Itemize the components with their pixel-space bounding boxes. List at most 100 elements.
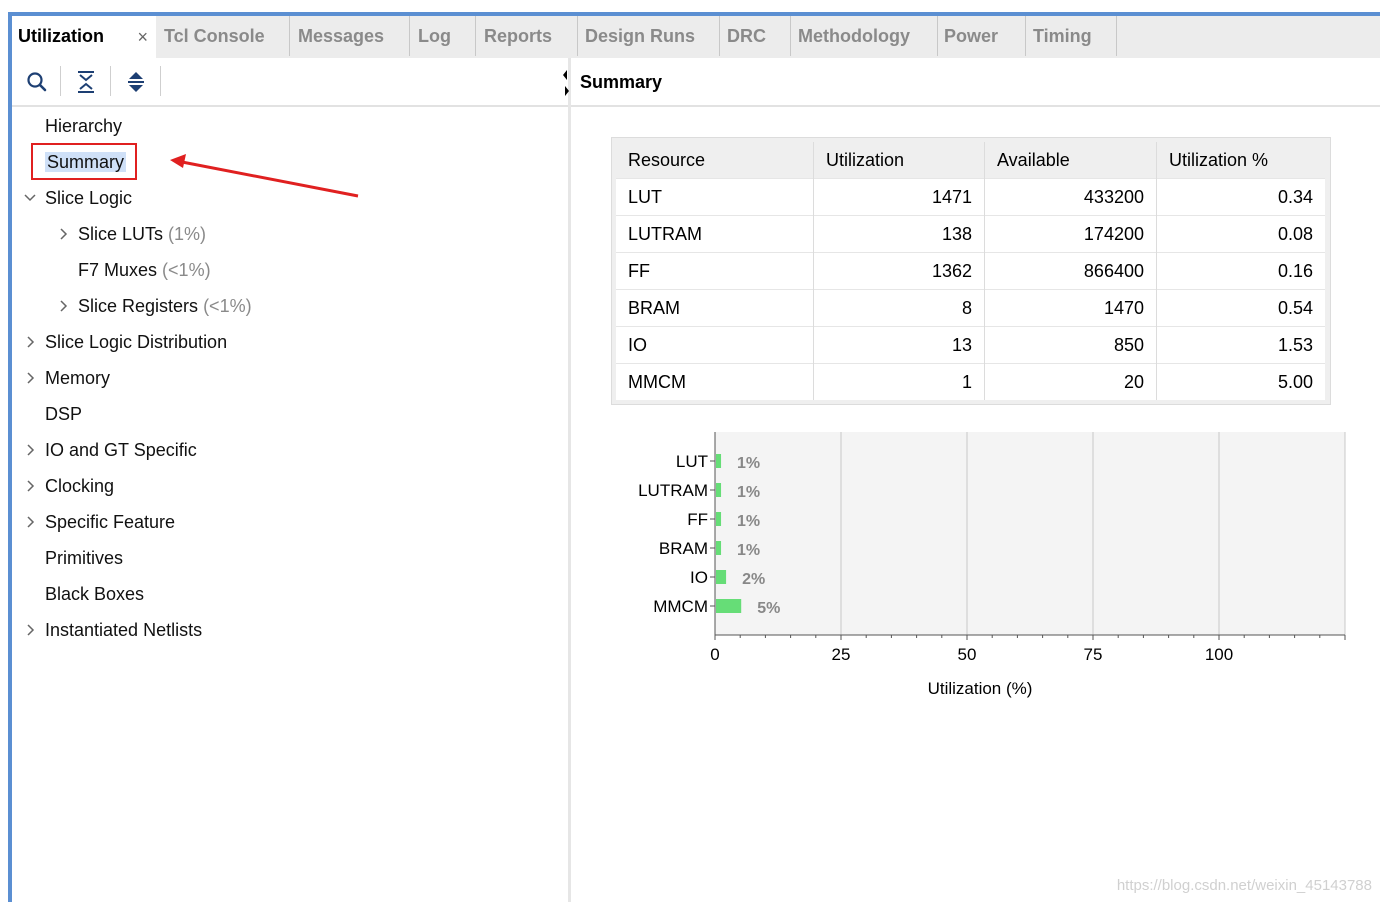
tree-item-label: Memory	[45, 368, 111, 388]
tab-power[interactable]: Power	[938, 16, 1026, 56]
close-icon[interactable]: ×	[137, 17, 148, 57]
tree-item-slice-luts[interactable]: Slice LUTs (1%)	[56, 216, 206, 252]
cell-utilization-percent: 1.53	[1156, 326, 1325, 364]
utilization-table: Resource Utilization Available Utilizati…	[616, 142, 1325, 400]
chart-data-label: 2%	[742, 571, 765, 588]
chevron-right-icon[interactable]	[23, 612, 39, 648]
toolbar-separator	[160, 66, 161, 96]
tree-item-label: DSP	[45, 404, 83, 424]
chart-x-axis-label: Utilization (%)	[928, 679, 1033, 698]
chevron-right-icon[interactable]	[23, 360, 39, 396]
tree-item-percent: (<1%)	[162, 260, 211, 280]
tab-label: Reports	[484, 26, 553, 46]
tree-item-specific-feature[interactable]: Specific Feature	[23, 504, 175, 540]
column-header-utilization-percent[interactable]: Utilization %	[1156, 142, 1325, 179]
tree-item-instantiated-netlists[interactable]: Instantiated Netlists	[23, 612, 202, 648]
tree-toolbar	[12, 58, 568, 106]
cell-resource: LUT	[616, 178, 814, 216]
table-header-row: Resource Utilization Available Utilizati…	[616, 142, 1325, 179]
chart-plot-area	[715, 432, 1345, 635]
tree-item-label: Slice Registers	[78, 296, 199, 316]
tree-item-label: F7 Muxes	[78, 260, 158, 280]
splitter-arrows-icon[interactable]	[561, 68, 571, 98]
tree-item-label: Black Boxes	[45, 584, 145, 604]
page-title: Summary	[580, 72, 663, 92]
column-header-utilization[interactable]: Utilization	[813, 142, 985, 179]
tab-label: Methodology	[798, 26, 910, 46]
tree-item-clocking[interactable]: Clocking	[23, 468, 114, 504]
cell-utilization-percent: 0.08	[1156, 215, 1325, 253]
tree-item-io-gt-specific[interactable]: IO and GT Specific	[23, 432, 197, 468]
tab-messages[interactable]: Messages	[292, 16, 410, 56]
tree-item-label: IO and GT Specific	[45, 440, 197, 460]
table-row[interactable]: FF 1362 866400 0.16	[616, 252, 1325, 290]
tree-item-f7-muxes[interactable]: F7 Muxes (<1%)	[78, 252, 211, 288]
chart-category-label: LUT	[676, 452, 708, 471]
tree-item-memory[interactable]: Memory	[23, 360, 110, 396]
table-row[interactable]: LUTRAM 138 174200 0.08	[616, 215, 1325, 253]
cell-utilization: 1	[813, 363, 985, 400]
tab-drc[interactable]: DRC	[721, 16, 791, 56]
chart-x-tick-label: 25	[832, 645, 851, 664]
chart-bar	[716, 599, 742, 613]
table-row[interactable]: MMCM 1 20 5.00	[616, 363, 1325, 400]
annotation-arrow-icon	[170, 154, 359, 198]
chevron-down-icon[interactable]	[22, 180, 38, 216]
table-row[interactable]: LUT 1471 433200 0.34	[616, 178, 1325, 216]
chevron-right-icon[interactable]	[56, 288, 72, 324]
cell-utilization-percent: 0.16	[1156, 252, 1325, 290]
chevron-right-icon[interactable]	[23, 504, 39, 540]
table-row[interactable]: IO 13 850 1.53	[616, 326, 1325, 364]
expand-all-button[interactable]	[121, 68, 151, 96]
utilization-bar-chart: 0 25 50 75 100 Utilization (%) LUT 1% LUTRAM 1% FF…	[638, 432, 1346, 698]
cell-utilization-percent: 0.54	[1156, 289, 1325, 327]
tab-design-runs[interactable]: Design Runs	[579, 16, 720, 56]
tree-item-slice-registers[interactable]: Slice Registers (<1%)	[56, 288, 252, 324]
column-header-resource[interactable]: Resource	[616, 142, 814, 179]
tab-label: Tcl Console	[164, 26, 265, 46]
tree-item-dsp[interactable]: DSP	[45, 396, 82, 432]
summary-pane: Summary Resource Utilization Available U…	[571, 58, 1380, 902]
tab-label: Utilization	[18, 26, 104, 46]
chart-data-label: 1%	[737, 484, 760, 501]
tab-bar: Utilization × Tcl Console Messages Log R…	[12, 16, 1380, 58]
cell-utilization: 13	[813, 326, 985, 364]
tree-item-primitives[interactable]: Primitives	[45, 540, 123, 576]
tab-tcl-console[interactable]: Tcl Console	[158, 16, 290, 56]
search-icon	[27, 72, 47, 92]
chevron-right-icon[interactable]	[23, 432, 39, 468]
chart-bar	[716, 483, 722, 497]
tree-item-label: Clocking	[45, 476, 115, 496]
chart-category-label: FF	[687, 510, 708, 529]
chevron-right-icon[interactable]	[56, 216, 72, 252]
tree-item-black-boxes[interactable]: Black Boxes	[45, 576, 144, 612]
tree-item-hierarchy[interactable]: Hierarchy	[45, 108, 122, 144]
cell-available: 20	[984, 363, 1157, 400]
column-header-available[interactable]: Available	[984, 142, 1157, 179]
tab-log[interactable]: Log	[412, 16, 476, 56]
chart-bar	[716, 541, 722, 555]
tab-utilization[interactable]: Utilization ×	[12, 16, 156, 58]
cell-available: 866400	[984, 252, 1157, 290]
chart-data-label: 1%	[737, 542, 760, 559]
chart-bar	[716, 570, 727, 584]
cell-utilization: 1471	[813, 178, 985, 216]
tab-timing[interactable]: Timing	[1027, 16, 1117, 56]
collapse-all-button[interactable]	[71, 68, 101, 96]
tree-item-label: Instantiated Netlists	[45, 620, 203, 640]
chart-data-label: 5%	[757, 600, 780, 617]
chart-x-tick-label: 50	[958, 645, 977, 664]
chevron-right-icon[interactable]	[23, 324, 39, 360]
tab-reports[interactable]: Reports	[478, 16, 578, 56]
tab-methodology[interactable]: Methodology	[792, 16, 938, 56]
cell-available: 433200	[984, 178, 1157, 216]
search-button[interactable]	[22, 68, 52, 96]
tree-item-slice-logic[interactable]: Slice Logic	[22, 180, 132, 216]
tab-label: Power	[944, 26, 999, 46]
report-tree: Hierarchy Summary Slice Logic Slice LUTs…	[12, 108, 568, 902]
chevron-right-icon[interactable]	[23, 468, 39, 504]
table-row[interactable]: BRAM 8 1470 0.54	[616, 289, 1325, 327]
chart-category-label: MMCM	[653, 597, 708, 616]
chart-category-label: IO	[690, 568, 708, 587]
tree-item-slice-logic-distribution[interactable]: Slice Logic Distribution	[23, 324, 227, 360]
